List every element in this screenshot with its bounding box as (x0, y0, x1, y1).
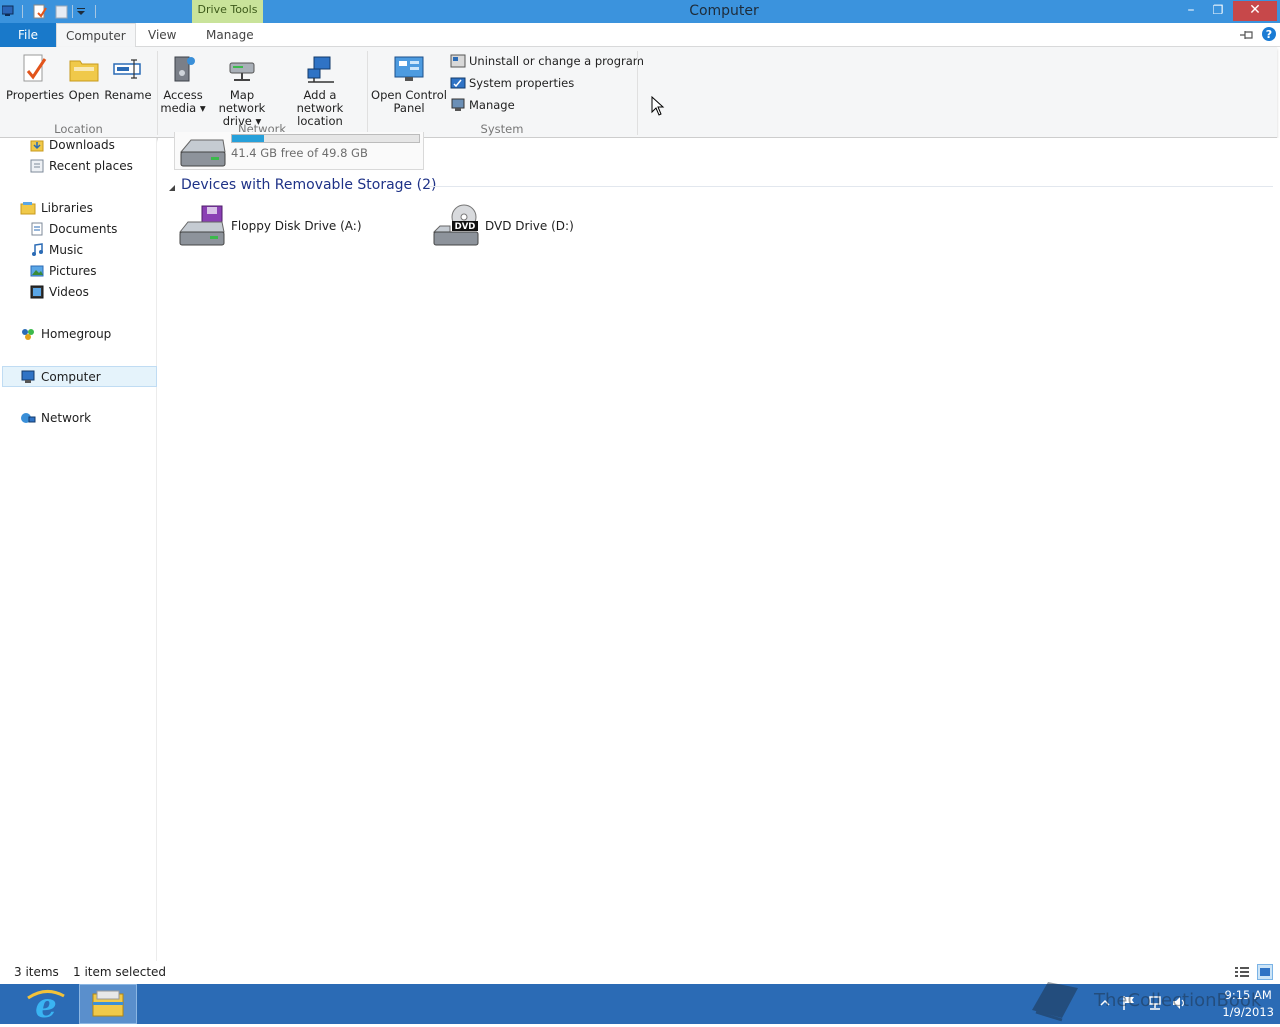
item-count: 3 items (14, 965, 59, 979)
tab-manage[interactable]: Manage (197, 23, 263, 47)
rename-icon (112, 53, 144, 85)
restore-button[interactable]: ❐ (1203, 1, 1233, 21)
open-folder-icon (68, 53, 100, 85)
content-pane: 41.4 GB free of 49.8 GB Devices with Rem… (158, 132, 1280, 961)
group-header-line (428, 186, 1273, 187)
internet-explorer-taskbar-button[interactable]: e (18, 984, 76, 1026)
open-control-panel-button[interactable]: Open Control Panel (370, 53, 448, 115)
file-explorer-taskbar-button[interactable] (79, 984, 137, 1024)
help-icon[interactable]: ? (1261, 26, 1277, 42)
floppy-drive-item[interactable]: Floppy Disk Drive (A:) (174, 202, 414, 250)
dvd-badge: DVD (455, 222, 476, 232)
nav-item-documents[interactable]: Documents (30, 219, 117, 240)
manage-button[interactable]: Manage (450, 95, 515, 115)
dvd-drive-icon: DVD (430, 204, 480, 248)
properties-button[interactable]: Properties (6, 53, 64, 102)
nav-item-pictures[interactable]: Pictures (30, 261, 97, 282)
computer-icon (20, 370, 36, 384)
control-panel-icon (393, 53, 425, 85)
hard-drive-icon (177, 128, 227, 170)
location-group-label: Location (54, 122, 103, 136)
drive-c-tile[interactable]: 41.4 GB free of 49.8 GB (174, 132, 424, 170)
nav-item-computer[interactable]: Computer (2, 366, 157, 387)
map-network-drive-button[interactable]: Map network drive ▾ (206, 53, 278, 128)
access-media-icon (167, 53, 199, 85)
computer-management-icon (450, 98, 466, 112)
programs-icon (450, 54, 466, 68)
open-button[interactable]: Open (64, 53, 104, 102)
tab-file[interactable]: File (0, 23, 56, 47)
drive-c-usage-fill (232, 135, 264, 142)
network-icon (20, 411, 36, 425)
drive-c-usage-bar (231, 134, 420, 143)
libraries-icon (20, 201, 36, 215)
rename-button[interactable]: Rename (104, 53, 152, 102)
nav-item-homegroup[interactable]: Homegroup (20, 324, 111, 345)
system-properties-button[interactable]: System properties (450, 73, 574, 93)
window-title: Computer (689, 3, 759, 19)
pictures-icon (30, 264, 44, 278)
ribbon-tab-bar: File Computer View Manage ? (0, 23, 1280, 47)
properties-icon (18, 53, 50, 85)
access-media-button[interactable]: Access media ▾ (160, 53, 206, 115)
watermark: TheCollectionBook (1028, 976, 1268, 1024)
minimize-button[interactable]: – (1176, 1, 1206, 21)
recent-places-icon (30, 159, 44, 173)
network-location-icon (304, 53, 336, 85)
videos-icon (30, 285, 44, 299)
homegroup-icon (20, 327, 36, 341)
watermark-book-icon: TheCollectionBook (1032, 982, 1262, 1022)
downloads-icon (30, 138, 44, 152)
nav-item-downloads[interactable]: Downloads (30, 135, 115, 156)
group-separator (637, 51, 638, 135)
nav-item-recent-places[interactable]: Recent places (30, 156, 133, 177)
dvd-drive-item[interactable]: DVD DVD Drive (D:) (428, 202, 628, 250)
tab-view[interactable]: View (139, 23, 185, 47)
dvd-drive-label: DVD Drive (D:) (485, 219, 574, 233)
nav-item-videos[interactable]: Videos (30, 282, 89, 303)
title-bar: Drive Tools Computer – ❐ ✕ (0, 0, 1280, 23)
mouse-cursor-icon (651, 95, 665, 116)
nav-item-libraries[interactable]: Libraries (20, 198, 93, 219)
pin-ribbon-icon[interactable] (1239, 28, 1255, 42)
floppy-drive-icon (176, 204, 226, 248)
close-button[interactable]: ✕ (1233, 1, 1277, 21)
system-properties-icon (450, 76, 466, 90)
nav-item-network[interactable]: Network (20, 408, 91, 429)
removable-storage-header[interactable]: Devices with Removable Storage (2) (181, 177, 436, 193)
collapse-group-icon[interactable] (168, 181, 176, 191)
navigation-pane: Downloads Recent places Libraries Docume… (0, 138, 157, 961)
uninstall-program-button[interactable]: Uninstall or change a program (450, 51, 644, 71)
floppy-drive-label: Floppy Disk Drive (A:) (231, 219, 362, 233)
selection-count: 1 item selected (73, 965, 167, 979)
svg-text:?: ? (1266, 28, 1272, 41)
ribbon-panel: Properties Open Rename Location Access m… (0, 47, 1277, 138)
drive-c-free-space: 41.4 GB free of 49.8 GB (231, 146, 368, 160)
documents-icon (30, 222, 44, 236)
add-network-location-button[interactable]: Add a network location (280, 53, 360, 128)
music-icon (30, 243, 44, 257)
watermark-text: TheCollectionBook (1093, 990, 1262, 1011)
network-drive-icon (226, 53, 258, 85)
tab-computer[interactable]: Computer (56, 23, 136, 47)
nav-item-music[interactable]: Music (30, 240, 83, 261)
